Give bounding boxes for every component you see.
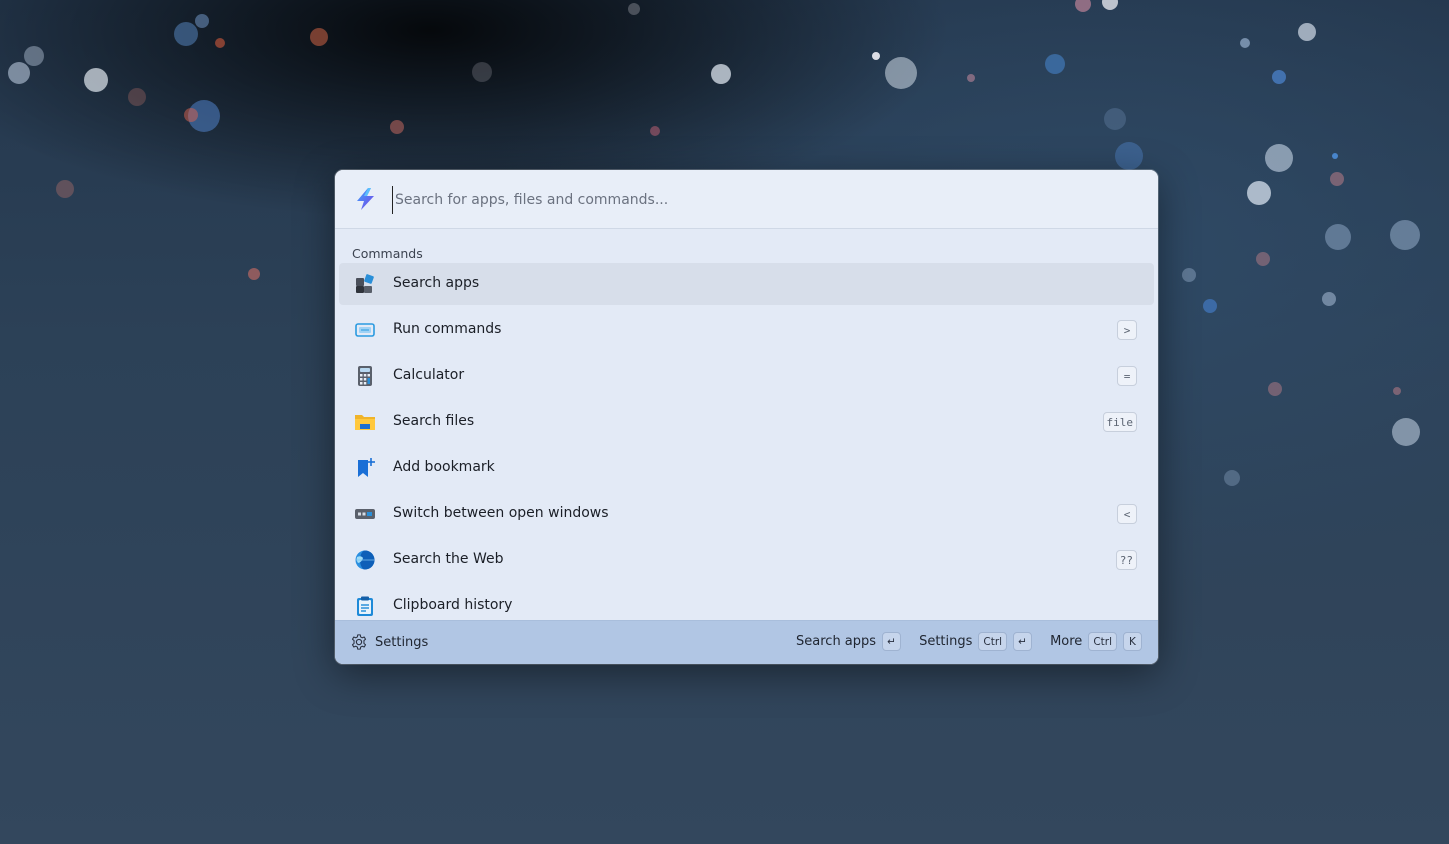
list-item-label: Search the Web (393, 551, 504, 567)
action-label: Settings (919, 634, 973, 649)
footer-actions: Search apps ↵ Settings Ctrl ↵ More Ctrl … (784, 632, 1142, 651)
shortcut-badge: = (1117, 366, 1137, 386)
key-k: K (1123, 632, 1142, 651)
list-item-search-web[interactable]: Search the Web ?? (339, 539, 1154, 581)
list-item-label: Switch between open windows (393, 505, 609, 521)
list-item-label: Add bookmark (393, 459, 495, 475)
list-item-label: Search files (393, 413, 475, 429)
list-item-calculator[interactable]: Calculator = (339, 355, 1154, 397)
search-bar (335, 170, 1158, 229)
list-item-add-bookmark[interactable]: Add bookmark (339, 447, 1154, 489)
list-item-switch-windows[interactable]: Switch between open windows < (339, 493, 1154, 535)
key-ctrl: Ctrl (978, 632, 1008, 651)
settings-button[interactable]: Settings (350, 633, 428, 651)
calculator-icon (358, 366, 372, 386)
list-item-label: Clipboard history (393, 597, 513, 613)
list-item-label: Run commands (393, 321, 502, 337)
action-label: Search apps (796, 634, 877, 649)
action-label: More (1050, 634, 1083, 649)
window-switcher-icon (355, 509, 375, 519)
terminal-icon (355, 323, 375, 337)
key-enter: ↵ (1013, 632, 1033, 651)
list-item-clipboard-history[interactable]: Clipboard history (339, 585, 1154, 621)
list-item-search-files[interactable]: Search files file (339, 401, 1154, 443)
list-item-search-apps[interactable]: Search apps (339, 263, 1154, 305)
action-search-apps[interactable]: Search apps ↵ (796, 632, 902, 651)
shortcut-badge: ?? (1115, 550, 1137, 570)
list-item-label: Calculator (393, 367, 465, 383)
shortcut-badge: file (1102, 412, 1137, 432)
footer-bar: Settings Search apps ↵ Settings Ctrl ↵ M… (335, 620, 1158, 664)
shortcut-badge: > (1117, 320, 1137, 340)
section-title-commands: Commands (352, 246, 423, 261)
list-item-run-commands[interactable]: Run commands > (339, 309, 1154, 351)
shortcut-badge: < (1117, 504, 1137, 524)
lightning-logo-icon (357, 188, 374, 210)
globe-icon (355, 550, 375, 570)
list-item-label: Search apps (393, 275, 480, 291)
command-list: Search apps Run commands > Calculator = … (339, 263, 1154, 621)
clipboard-icon (357, 596, 373, 616)
launcher-window: Commands Search apps Run commands > (335, 170, 1158, 664)
action-settings[interactable]: Settings Ctrl ↵ (919, 632, 1033, 651)
settings-label: Settings (375, 634, 429, 650)
action-more[interactable]: More Ctrl K (1050, 632, 1142, 651)
folder-icon (355, 415, 375, 430)
key-enter: ↵ (882, 632, 902, 651)
search-input[interactable] (392, 186, 1097, 214)
gear-icon (351, 634, 367, 650)
apps-icon (356, 274, 374, 293)
bookmark-add-icon (358, 458, 375, 477)
key-ctrl: Ctrl (1088, 632, 1117, 651)
